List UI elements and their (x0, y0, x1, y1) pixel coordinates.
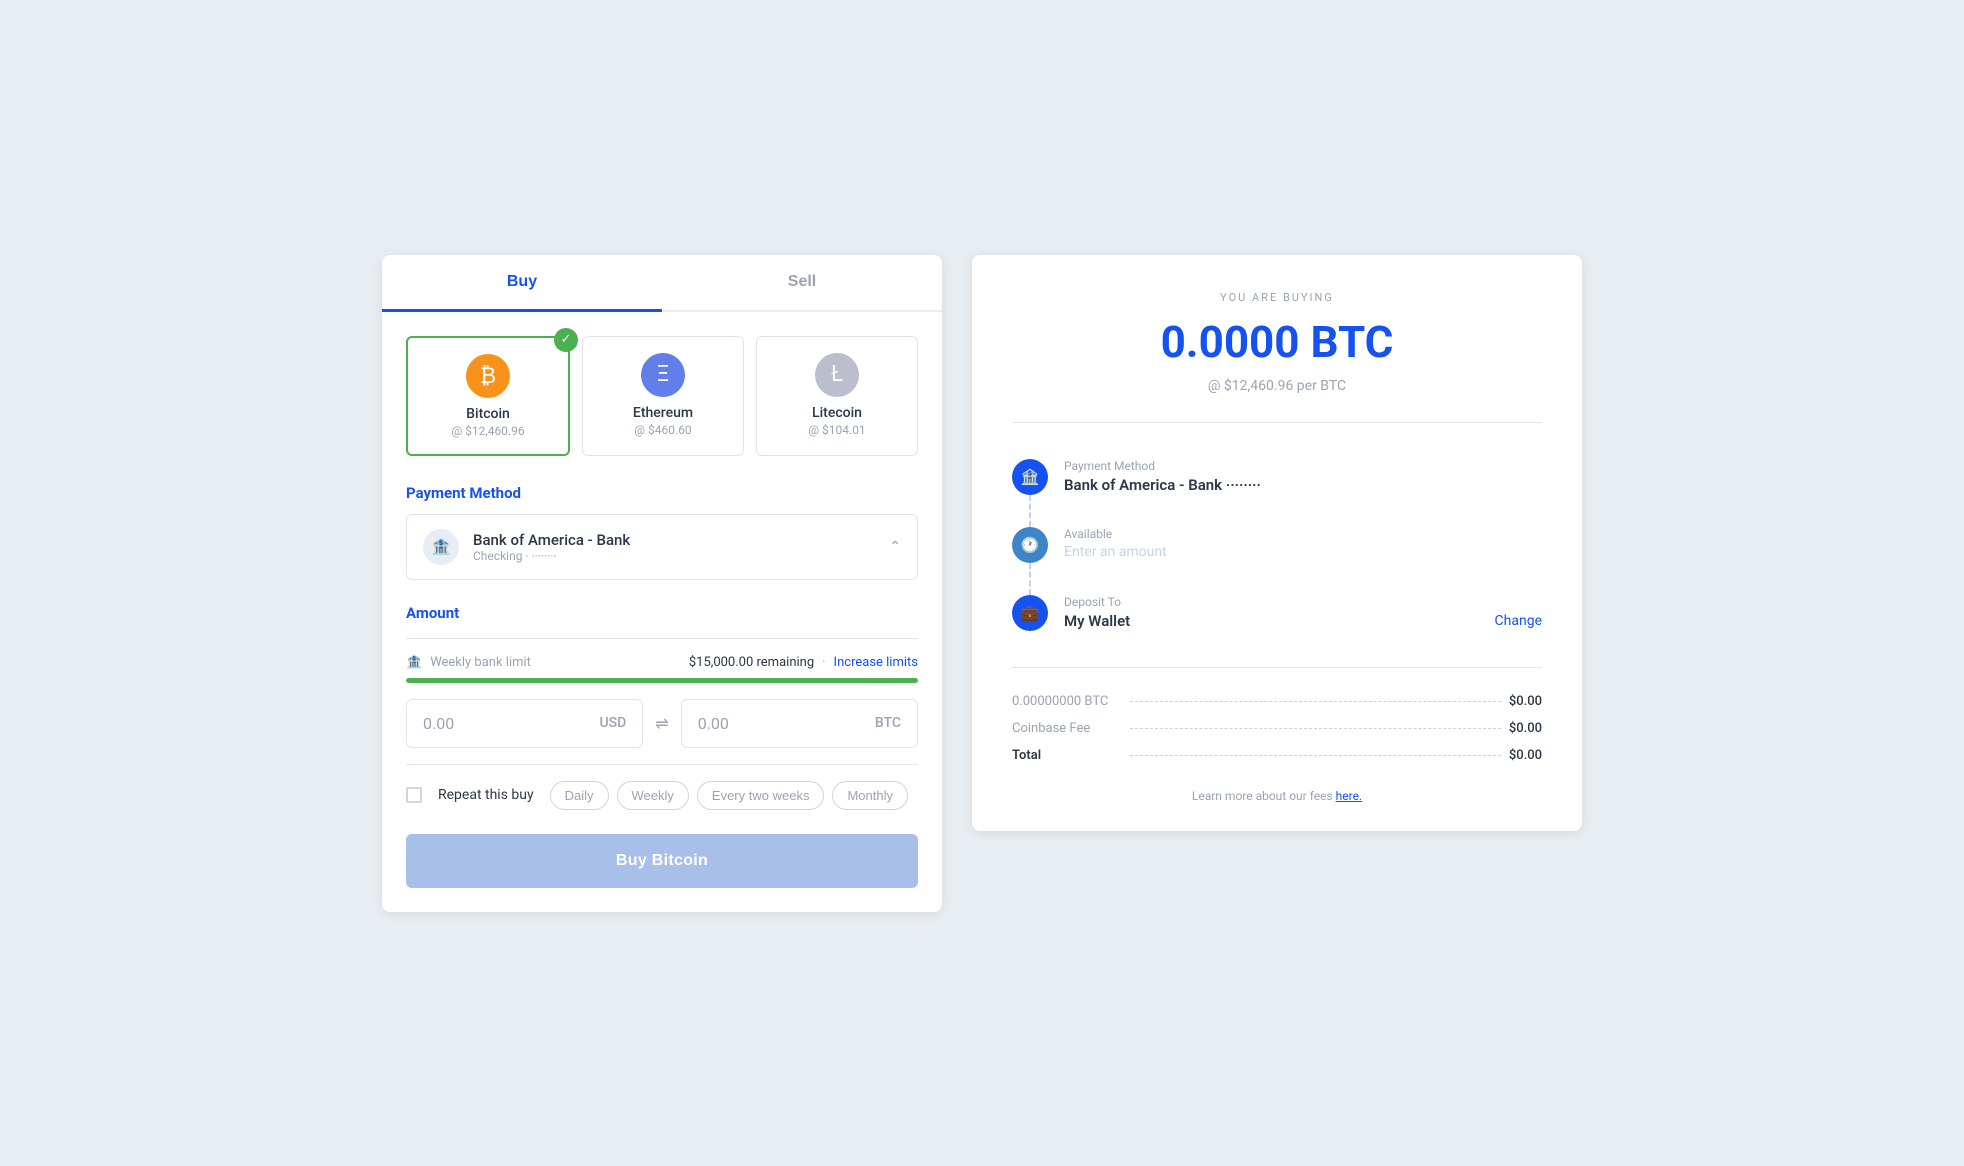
crypto-card-btc[interactable]: ✓ ₿ Bitcoin @ $12,460.96 (406, 336, 570, 456)
freq-weekly[interactable]: Weekly (617, 781, 689, 810)
limit-label: Weekly bank limit (430, 655, 681, 670)
increase-limits-link[interactable]: Increase limits (834, 655, 918, 670)
info-rows: 🏦 Payment Method Bank of America - Bank … (1012, 443, 1542, 647)
summary-payment-value: Bank of America - Bank ········ (1064, 476, 1542, 494)
summary-payment-content: Payment Method Bank of America - Bank ··… (1064, 459, 1542, 494)
payment-method-selector[interactable]: 🏦 Bank of America - Bank Checking · ····… (406, 514, 918, 580)
summary-clock-icon: 🕐 (1012, 527, 1048, 563)
amount-section: Amount 🏦 Weekly bank limit $15,000.00 re… (406, 604, 918, 810)
crypto-card-eth[interactable]: Ξ Ethereum @ $460.60 (582, 336, 744, 456)
change-wallet-link[interactable]: Change (1495, 613, 1542, 629)
learn-more-text: Learn more about our fees here. (1012, 789, 1542, 803)
btc-value: 0.00 (698, 714, 729, 733)
fee-dots-2 (1130, 728, 1501, 729)
limit-separator: · (822, 655, 825, 670)
payment-sub: Checking · ········ (473, 549, 875, 563)
panel-content: ✓ ₿ Bitcoin @ $12,460.96 Ξ Ethereum @ $4… (382, 312, 942, 912)
fee-total-name: Total (1012, 748, 1122, 763)
right-panel: YOU ARE BUYING 0.0000 BTC @ $12,460.96 p… (972, 255, 1582, 831)
swap-icon[interactable]: ⇌ (655, 714, 668, 733)
ltc-price: @ $104.01 (769, 423, 905, 437)
btc-rate-display: @ $12,460.96 per BTC (1012, 378, 1542, 394)
tab-sell[interactable]: Sell (662, 255, 942, 310)
limit-row: 🏦 Weekly bank limit $15,000.00 remaining… (406, 655, 918, 670)
btc-name: Bitcoin (420, 406, 556, 422)
fee-btc-row: 0.00000000 BTC $0.00 (1012, 688, 1542, 715)
summary-wallet-icon: 💼 (1012, 595, 1048, 631)
summary-payment-label: Payment Method (1064, 459, 1542, 473)
btc-icon: ₿ (466, 354, 510, 398)
summary-deposit-row: 💼 Deposit To My Wallet Change (1012, 579, 1542, 647)
fee-dots-1 (1130, 701, 1501, 702)
btc-input-field[interactable]: 0.00 BTC (681, 699, 918, 748)
freq-monthly[interactable]: Monthly (832, 781, 908, 810)
btc-amount-display: 0.0000 BTC (1012, 316, 1542, 368)
limit-progress-fill (406, 678, 918, 683)
usd-currency-label: USD (600, 715, 627, 731)
freq-daily[interactable]: Daily (550, 781, 609, 810)
ltc-name: Litecoin (769, 405, 905, 421)
summary-deposit-content: Deposit To My Wallet Change (1064, 595, 1542, 630)
fee-coinbase-value: $0.00 (1509, 721, 1542, 736)
summary-available-row: 🕐 Available Enter an amount (1012, 511, 1542, 579)
limit-remaining: $15,000.00 remaining (689, 655, 814, 670)
crypto-card-ltc[interactable]: Ł Litecoin @ $104.01 (756, 336, 918, 456)
summary-deposit-label: Deposit To (1064, 595, 1542, 609)
fee-rows: 0.00000000 BTC $0.00 Coinbase Fee $0.00 … (1012, 688, 1542, 769)
buying-label: YOU ARE BUYING (1012, 291, 1542, 304)
fee-btc-value: $0.00 (1509, 694, 1542, 709)
freq-biweekly[interactable]: Every two weeks (697, 781, 825, 810)
summary-deposit-value: My Wallet (1064, 612, 1130, 630)
summary-available-label: Available (1064, 527, 1542, 541)
crypto-grid: ✓ ₿ Bitcoin @ $12,460.96 Ξ Ethereum @ $4… (406, 336, 918, 456)
repeat-label: Repeat this buy (438, 787, 534, 803)
frequency-buttons: Daily Weekly Every two weeks Monthly (550, 781, 908, 810)
app-container: Buy Sell ✓ ₿ Bitcoin @ $12,460.96 Ξ Ethe… (382, 255, 1582, 912)
eth-icon: Ξ (641, 353, 685, 397)
repeat-checkbox[interactable] (406, 787, 422, 803)
repeat-row: Repeat this buy Daily Weekly Every two w… (406, 781, 918, 810)
summary-available-content: Available Enter an amount (1064, 527, 1542, 560)
fee-total-value: $0.00 (1509, 748, 1542, 763)
bank-icon: 🏦 (423, 529, 459, 565)
fee-coinbase-row: Coinbase Fee $0.00 (1012, 715, 1542, 742)
payment-section-title: Payment Method (406, 484, 918, 502)
btc-currency-label: BTC (875, 715, 901, 731)
tab-buy[interactable]: Buy (382, 255, 662, 312)
ltc-icon: Ł (815, 353, 859, 397)
learn-more-link[interactable]: here. (1336, 789, 1362, 803)
fee-coinbase-name: Coinbase Fee (1012, 721, 1122, 736)
payment-info: Bank of America - Bank Checking · ······… (473, 531, 875, 563)
usd-input-field[interactable]: 0.00 USD (406, 699, 643, 748)
summary-bank-icon: 🏦 (1012, 459, 1048, 495)
bank-limit-icon: 🏦 (406, 655, 422, 670)
left-panel: Buy Sell ✓ ₿ Bitcoin @ $12,460.96 Ξ Ethe… (382, 255, 942, 912)
buy-bitcoin-button[interactable]: Buy Bitcoin (406, 834, 918, 888)
limit-progress-bar (406, 678, 918, 683)
amount-inputs: 0.00 USD ⇌ 0.00 BTC (406, 699, 918, 748)
eth-price: @ $460.60 (595, 423, 731, 437)
fee-dots-3 (1130, 755, 1501, 756)
amount-section-title: Amount (406, 604, 918, 622)
summary-available-value: Enter an amount (1064, 544, 1542, 560)
payment-name: Bank of America - Bank (473, 531, 875, 549)
btc-price: @ $12,460.96 (420, 424, 556, 438)
fee-btc-name: 0.00000000 BTC (1012, 694, 1122, 709)
summary-payment-row: 🏦 Payment Method Bank of America - Bank … (1012, 443, 1542, 511)
usd-value: 0.00 (423, 714, 454, 733)
tab-bar: Buy Sell (382, 255, 942, 312)
selected-check-icon: ✓ (554, 328, 578, 352)
eth-name: Ethereum (595, 405, 731, 421)
chevron-icon: ⌃ (889, 539, 901, 555)
fee-total-row: Total $0.00 (1012, 742, 1542, 769)
